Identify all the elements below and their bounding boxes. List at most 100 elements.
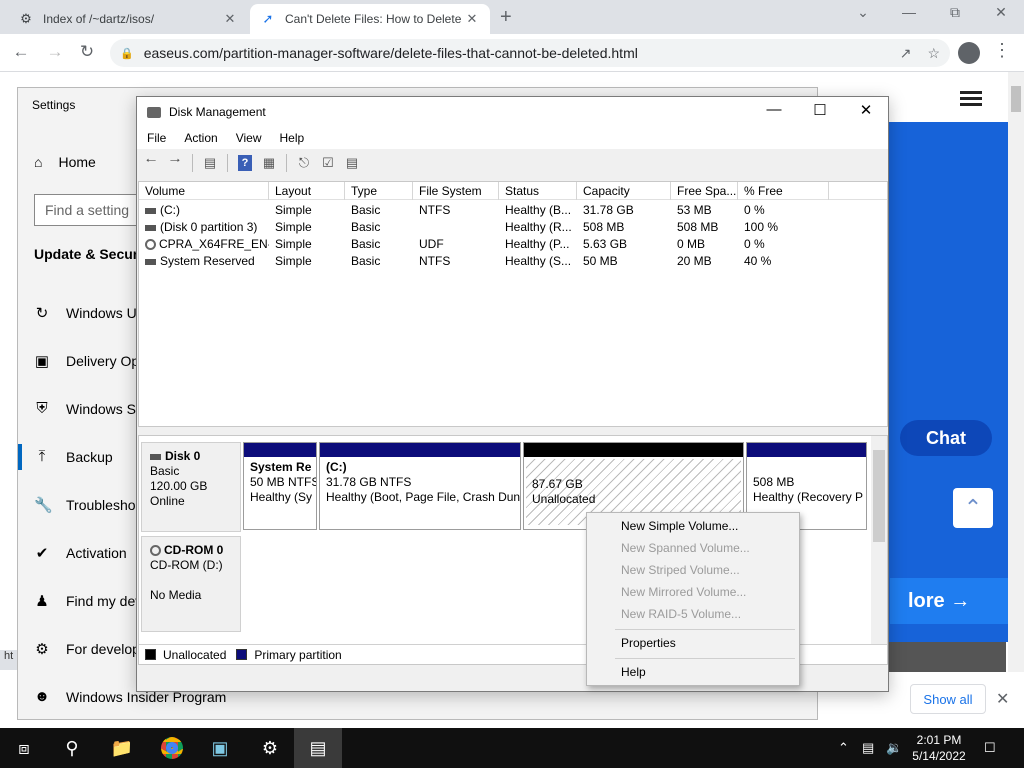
volume-icon[interactable]: 🔉 xyxy=(886,740,902,756)
scrollbar-thumb[interactable] xyxy=(873,450,885,542)
control-panel-icon[interactable]: ▣ xyxy=(196,728,244,768)
back-icon[interactable]: ← xyxy=(10,42,32,62)
cdrom-0-label[interactable]: CD-ROM 0 CD-ROM (D:) No Media xyxy=(141,536,241,632)
disk-0-label[interactable]: Disk 0 Basic 120.00 GB Online xyxy=(141,442,241,532)
restore-icon[interactable]: ⧉ xyxy=(940,4,970,21)
cd-icon xyxy=(150,545,161,557)
hamburger-menu-icon[interactable] xyxy=(960,88,982,109)
page-scrollbar[interactable] xyxy=(1008,72,1024,672)
partition-bar xyxy=(320,443,520,457)
tab-index-of-isos[interactable]: ⚙ Index of /~dartz/isos/ ✕ xyxy=(8,4,248,34)
close-tab-icon[interactable]: ✕ xyxy=(222,11,238,27)
nav-activation[interactable]: ✔ Activation xyxy=(34,544,127,562)
show-hidden-icons-icon[interactable]: ⌃ xyxy=(838,740,849,756)
table-row[interactable]: System Reserved Simple Basic NTFS Health… xyxy=(139,253,887,270)
table-row[interactable]: (C:) Simple Basic NTFS Healthy (B... 31.… xyxy=(139,202,887,219)
checklist-icon[interactable]: ☑ xyxy=(318,154,338,172)
clock[interactable]: 2:01 PM 5/14/2022 xyxy=(906,732,972,764)
forward-arrow-icon[interactable]: 🠂 xyxy=(165,153,185,172)
column-header[interactable]: File System xyxy=(413,182,499,200)
settings-gear-icon[interactable]: ⚙ xyxy=(246,728,294,768)
dm-title-bar[interactable]: Disk Management — ☐ ✕ xyxy=(137,97,888,127)
nav-label: For develop xyxy=(66,641,140,657)
show-hide-tree-icon[interactable]: ▤ xyxy=(200,154,220,172)
reload-icon[interactable]: ↻ xyxy=(76,42,98,62)
scrollbar-thumb[interactable] xyxy=(1011,86,1021,112)
nav-backup[interactable]: ⤒ Backup xyxy=(34,448,113,465)
legend-label: Primary partition xyxy=(254,647,342,662)
partition-name: System Re xyxy=(250,460,312,474)
close-window-icon[interactable]: ✕ xyxy=(986,4,1016,21)
maximize-icon[interactable]: ☐ xyxy=(805,101,835,119)
browser-tab-strip: ⚙ Index of /~dartz/isos/ ✕ ➚ Can't Delet… xyxy=(0,0,1024,34)
menu-file[interactable]: File xyxy=(147,131,166,145)
column-header[interactable]: Type xyxy=(345,182,413,200)
help-question-icon[interactable]: ? xyxy=(238,155,252,171)
cd-icon xyxy=(145,239,156,251)
column-header[interactable]: Capacity xyxy=(577,182,671,200)
nav-for-developers[interactable]: ⚙ For develop xyxy=(34,640,140,658)
menu-item-new-simple-volume[interactable]: New Simple Volume... xyxy=(621,519,738,533)
column-header[interactable]: Status xyxy=(499,182,577,200)
new-tab-icon[interactable]: + xyxy=(500,6,512,29)
disk-view-scrollbar[interactable] xyxy=(871,436,887,644)
profile-avatar-icon[interactable] xyxy=(958,42,980,64)
nav-windows-security[interactable]: ⛨ Windows Se xyxy=(34,400,143,417)
nav-delivery-optimization[interactable]: ▣ Delivery Op xyxy=(34,352,139,370)
nav-label: Delivery Op xyxy=(66,353,140,369)
connect-icon[interactable]: ⎋ xyxy=(294,154,314,172)
share-icon[interactable]: ↗ xyxy=(900,45,912,62)
chrome-icon[interactable] xyxy=(148,728,196,768)
file-explorer-icon[interactable]: 📁 xyxy=(98,728,146,768)
nav-find-my-device[interactable]: ♟ Find my dev xyxy=(34,592,142,610)
menu-item-help[interactable]: Help xyxy=(621,665,646,679)
column-header[interactable]: % Free xyxy=(738,182,829,200)
layout-cell: Simple xyxy=(275,203,312,217)
bookmark-star-icon[interactable]: ☆ xyxy=(927,45,940,62)
column-header[interactable]: Volume xyxy=(139,182,269,200)
notifications-icon[interactable]: ☐ xyxy=(984,740,996,756)
insider-cat-icon: ☻ xyxy=(34,688,50,705)
properties-grid-icon[interactable]: ▦ xyxy=(259,154,279,172)
disk-management-icon[interactable]: ▤ xyxy=(294,728,342,768)
menu-item-new-striped-volume[interactable]: New Striped Volume... xyxy=(621,563,740,577)
partition-c[interactable]: (C:) 31.78 GB NTFS Healthy (Boot, Page F… xyxy=(319,442,521,530)
close-download-bar-icon[interactable]: ✕ xyxy=(996,689,1009,709)
menu-item-new-raid5-volume[interactable]: New RAID-5 Volume... xyxy=(621,607,741,621)
nav-windows-update[interactable]: ↻ Windows U xyxy=(34,304,137,322)
show-all-downloads-button[interactable]: Show all xyxy=(910,684,986,714)
menu-item-properties[interactable]: Properties xyxy=(621,636,676,650)
tab-easeus-article[interactable]: ➚ Can't Delete Files: How to Delete ✕ xyxy=(250,4,490,34)
windows-start-icon[interactable]: ⧈ xyxy=(0,728,48,768)
chat-button[interactable]: Chat xyxy=(900,420,992,456)
minimize-icon[interactable]: — xyxy=(759,101,789,118)
menu-item-new-spanned-volume[interactable]: New Spanned Volume... xyxy=(621,541,750,555)
lock-icon[interactable]: 🔒 xyxy=(120,47,134,60)
minimize-icon[interactable]: — xyxy=(894,4,924,20)
scroll-to-top-icon[interactable]: ⌃ xyxy=(953,488,993,528)
drive-icon xyxy=(145,258,156,265)
column-header[interactable]: Layout xyxy=(269,182,345,200)
partition-system-reserved[interactable]: System Re 50 MB NTFS Healthy (Sy xyxy=(243,442,317,530)
tab-search-icon[interactable]: ⌄ xyxy=(848,4,878,21)
learn-more-button[interactable]: lore → xyxy=(890,578,1008,624)
network-icon[interactable]: ▤ xyxy=(862,740,874,756)
nav-troubleshoot[interactable]: 🔧 Troublesho xyxy=(34,496,136,514)
settings-home[interactable]: ⌂ Home xyxy=(34,154,96,170)
close-tab-icon[interactable]: ✕ xyxy=(464,11,480,27)
menu-view[interactable]: View xyxy=(236,131,262,145)
address-bar[interactable]: 🔒 easeus.com/partition-manager-software/… xyxy=(110,39,950,67)
column-header[interactable]: Free Spa... xyxy=(671,182,738,200)
forward-icon[interactable]: → xyxy=(44,42,66,62)
table-row[interactable]: CPRA_X64FRE_EN-... Simple Basic UDF Heal… xyxy=(139,236,887,253)
back-arrow-icon[interactable]: 🠀 xyxy=(141,153,161,172)
menu-item-new-mirrored-volume[interactable]: New Mirrored Volume... xyxy=(621,585,746,599)
close-icon[interactable]: ✕ xyxy=(851,101,881,119)
volume-name: (Disk 0 partition 3) xyxy=(160,220,258,234)
search-icon[interactable]: ⚲ xyxy=(48,728,96,768)
chrome-menu-icon[interactable]: ⋮ xyxy=(992,40,1012,61)
settings-list-icon[interactable]: ▤ xyxy=(342,154,362,172)
menu-action[interactable]: Action xyxy=(184,131,217,145)
table-row[interactable]: (Disk 0 partition 3) Simple Basic Health… xyxy=(139,219,887,236)
menu-help[interactable]: Help xyxy=(280,131,305,145)
